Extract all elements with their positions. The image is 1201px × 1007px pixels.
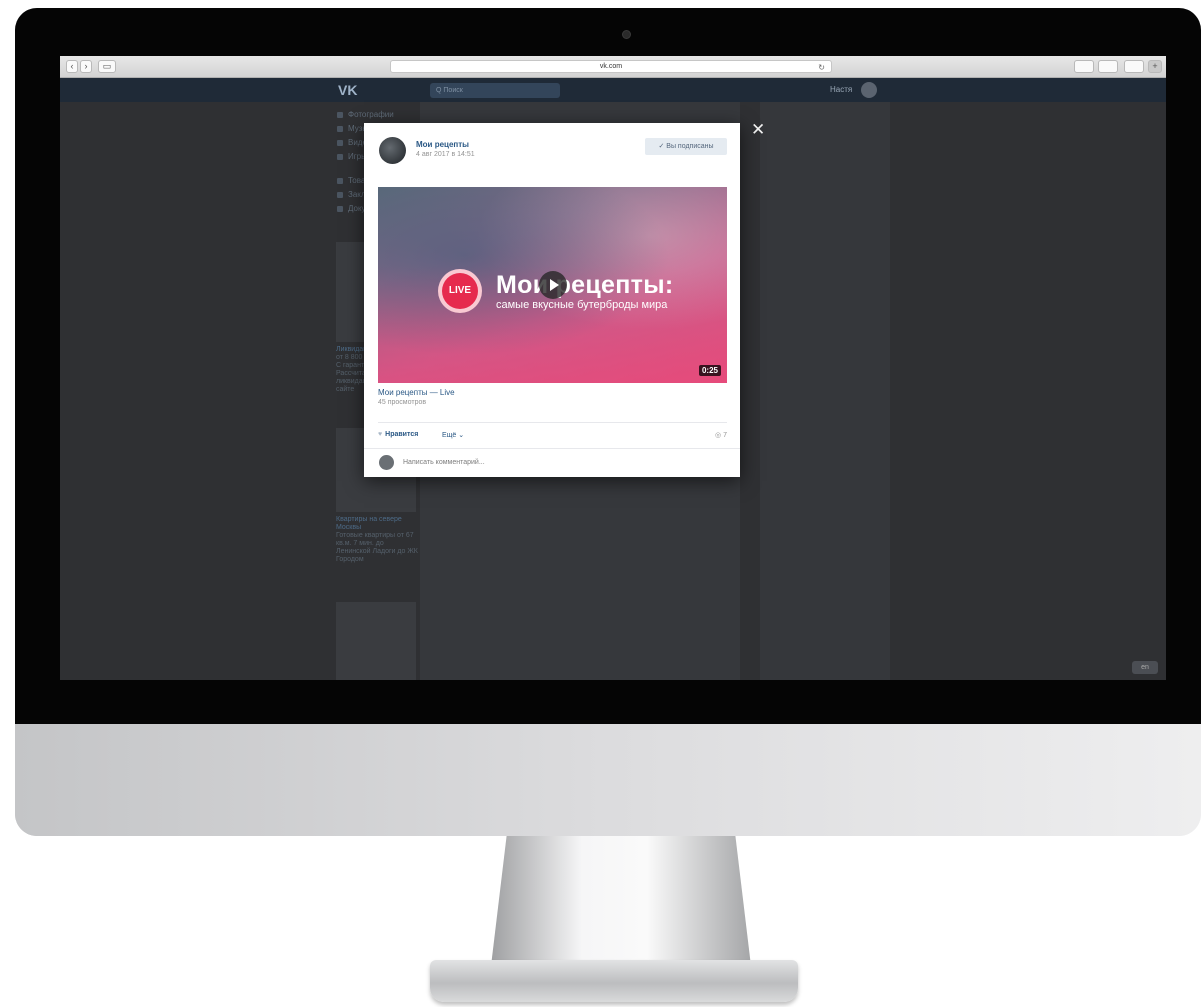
group-name[interactable]: Мои рецепты	[416, 140, 469, 149]
ad-2-text: Готовые квартиры от 67 кв.м. 7 мин. до Л…	[336, 532, 418, 563]
ad-2-title: Квартиры на севере Москвы	[336, 516, 402, 531]
address-bar[interactable]: vk.com ↻	[390, 60, 832, 73]
ad-image-3[interactable]	[336, 602, 416, 680]
group-avatar[interactable]	[379, 137, 406, 164]
subscribed-button[interactable]: ✓ Вы подписаны	[645, 138, 727, 155]
divider	[364, 448, 740, 449]
avatar[interactable]	[861, 82, 877, 98]
video-overlay-subtitle: самые вкусные бутерброды мира	[496, 299, 668, 311]
video-title-link[interactable]: Мои рецепты — Live	[378, 388, 455, 397]
view-counter: ◎ 7	[715, 432, 727, 439]
video-views: 45 просмотров	[378, 399, 427, 406]
video-overlay-title: Мои рецепты:	[496, 271, 674, 299]
like-button[interactable]: ♥ Нравится	[378, 431, 418, 438]
monitor-base	[430, 960, 798, 1002]
menu-item[interactable]: Фотографии	[334, 108, 424, 122]
camera	[622, 30, 631, 39]
language-badge[interactable]: en	[1132, 661, 1158, 674]
post-modal: Мои рецепты 4 авг 2017 в 14:51 ✓ Вы подп…	[364, 123, 740, 477]
ad-2[interactable]: Квартиры на севере Москвы Готовые кварти…	[336, 516, 420, 564]
forward-button[interactable]: ›	[80, 60, 92, 73]
comment-avatar	[379, 455, 394, 470]
divider	[378, 422, 727, 423]
heart-icon: ♥	[378, 431, 383, 438]
search-input[interactable]: Q Поиск	[430, 83, 560, 98]
live-badge: LIVE	[438, 269, 482, 313]
comment-input[interactable]: Написать комментарий...	[403, 459, 485, 466]
sidebar-toggle-icon[interactable]: ▭	[98, 60, 116, 73]
right-column	[760, 102, 890, 680]
close-icon[interactable]: ✕	[751, 121, 765, 138]
back-button[interactable]: ‹	[66, 60, 78, 73]
download-icon[interactable]	[1074, 60, 1094, 73]
monitor-stand	[491, 836, 751, 966]
vk-header: VK Q Поиск Настя	[60, 78, 1166, 102]
tabs-icon[interactable]	[1124, 60, 1144, 73]
post-date[interactable]: 4 авг 2017 в 14:51	[416, 151, 475, 158]
more-button[interactable]: Ещё ⌄	[442, 431, 464, 439]
video-duration: 0:25	[698, 365, 721, 376]
share-icon[interactable]	[1098, 60, 1118, 73]
vk-logo[interactable]: VK	[338, 82, 357, 98]
play-icon[interactable]	[539, 271, 567, 299]
reload-icon[interactable]: ↻	[818, 62, 825, 74]
monitor-chin	[15, 724, 1201, 836]
url-text: vk.com	[599, 63, 623, 70]
new-tab-button[interactable]: +	[1148, 60, 1162, 73]
video-player[interactable]: LIVE Мои рецепты: самые вкусные бутербро…	[378, 187, 727, 383]
user-name[interactable]: Настя	[830, 85, 852, 94]
like-label: Нравится	[385, 431, 419, 438]
browser-toolbar: ‹ › ▭ vk.com ↻ +	[60, 56, 1166, 78]
